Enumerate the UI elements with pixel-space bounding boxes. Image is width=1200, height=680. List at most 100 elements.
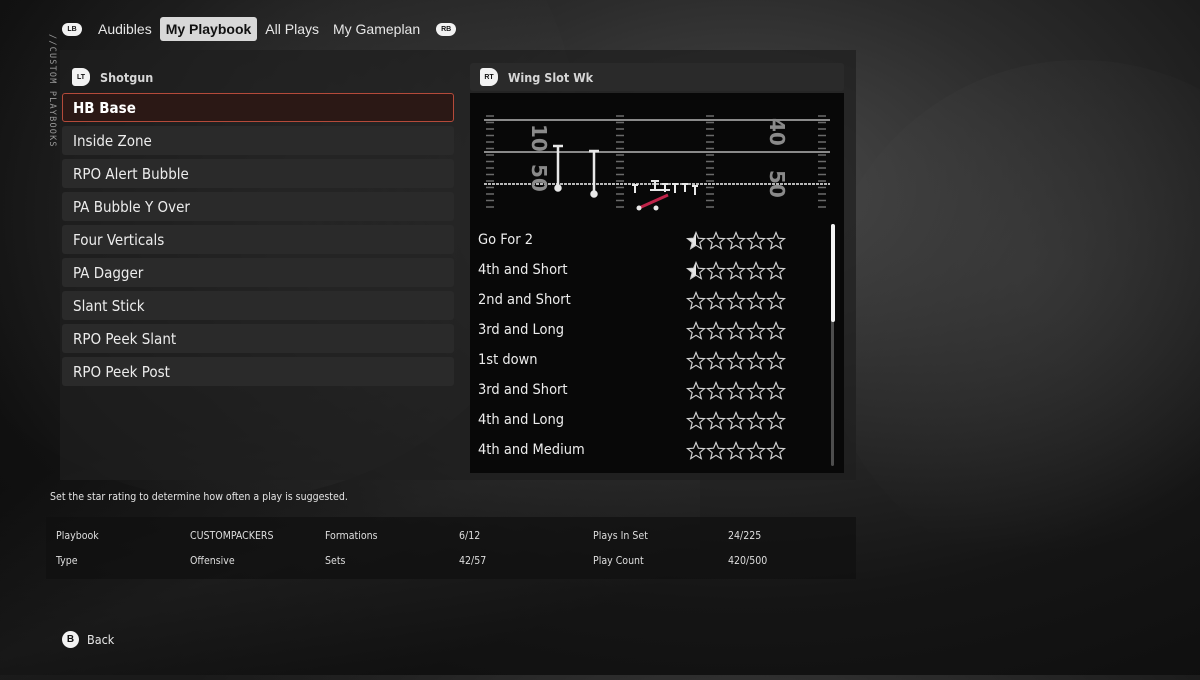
side-label: //CUSTOM PLAYBOOKS xyxy=(47,34,57,148)
star-icon[interactable] xyxy=(686,320,706,340)
situation-row: 4th and Medium xyxy=(478,435,798,465)
star-icon[interactable] xyxy=(686,440,706,460)
star-icon[interactable] xyxy=(726,440,746,460)
star-icon[interactable] xyxy=(746,440,766,460)
yard-number-top-left: 10 xyxy=(527,124,551,152)
play-item-slant-stick[interactable]: Slant Stick xyxy=(62,291,454,320)
star-icon[interactable] xyxy=(746,410,766,430)
lb-bumper-icon[interactable]: LB xyxy=(62,22,82,36)
tab-my-playbook[interactable]: My Playbook xyxy=(159,17,258,41)
star-icon[interactable] xyxy=(746,350,766,370)
star-icon[interactable] xyxy=(686,410,706,430)
star-icon[interactable] xyxy=(766,410,786,430)
star-rating[interactable] xyxy=(686,380,786,400)
star-icon[interactable] xyxy=(766,320,786,340)
play-item-pa-bubble-y-over[interactable]: PA Bubble Y Over xyxy=(62,192,454,221)
situation-label: 2nd and Short xyxy=(478,292,571,308)
situations-scrollbar[interactable] xyxy=(830,224,835,466)
star-icon[interactable] xyxy=(706,230,726,250)
star-icon[interactable] xyxy=(726,380,746,400)
yard-numbers: 10 50 40 50 xyxy=(527,118,789,198)
star-icon[interactable] xyxy=(766,230,786,250)
situation-rating-list: Go For 2 4th and Short 2nd and Short 3rd… xyxy=(478,225,798,465)
play-list: HB Base Inside Zone RPO Alert Bubble PA … xyxy=(62,93,454,390)
star-icon[interactable] xyxy=(686,290,706,310)
star-icon[interactable] xyxy=(726,230,746,250)
yard-number-bottom-right: 50 xyxy=(765,170,789,198)
scrollbar-thumb[interactable] xyxy=(830,224,835,322)
star-icon[interactable] xyxy=(766,380,786,400)
star-icon[interactable] xyxy=(746,230,766,250)
star-rating[interactable] xyxy=(686,320,786,340)
star-icon[interactable] xyxy=(706,380,726,400)
stat-formations-value: 6/12 xyxy=(459,530,481,542)
tab-my-gameplan[interactable]: My Gameplan xyxy=(327,17,426,41)
star-icon[interactable] xyxy=(726,290,746,310)
star-icon[interactable] xyxy=(746,380,766,400)
star-rating[interactable] xyxy=(686,350,786,370)
situation-row: 4th and Short xyxy=(478,255,798,285)
star-icon[interactable] xyxy=(726,350,746,370)
star-rating[interactable] xyxy=(686,410,786,430)
star-icon[interactable] xyxy=(706,320,726,340)
play-item-pa-dagger[interactable]: PA Dagger xyxy=(62,258,454,287)
star-icon[interactable] xyxy=(686,380,706,400)
set-name: Wing Slot Wk xyxy=(508,69,594,85)
quarterback-marker xyxy=(636,205,642,211)
star-rating[interactable] xyxy=(686,230,786,250)
star-rating[interactable] xyxy=(686,260,786,280)
situation-label: 1st down xyxy=(478,352,538,368)
star-icon[interactable] xyxy=(706,410,726,430)
star-icon[interactable] xyxy=(686,230,706,250)
play-item-four-verticals[interactable]: Four Verticals xyxy=(62,225,454,254)
set-header[interactable]: RT Wing Slot Wk xyxy=(470,63,844,91)
situation-label: 3rd and Long xyxy=(478,322,565,338)
play-art-diagram: 10 50 40 50 xyxy=(484,115,830,211)
receiver-routes xyxy=(553,144,599,198)
play-item-rpo-peek-slant[interactable]: RPO Peek Slant xyxy=(62,324,454,353)
back-label: Back xyxy=(87,632,115,647)
stat-sets-value: 42/57 xyxy=(459,555,487,567)
star-icon[interactable] xyxy=(686,260,706,280)
stat-playbook-label: Playbook xyxy=(56,530,99,542)
b-button-icon: B xyxy=(62,631,79,648)
star-icon[interactable] xyxy=(686,350,706,370)
star-icon[interactable] xyxy=(706,290,726,310)
formation-header[interactable]: LT Shotgun xyxy=(62,63,454,91)
star-rating[interactable] xyxy=(686,440,786,460)
situation-row: 3rd and Long xyxy=(478,315,798,345)
star-icon[interactable] xyxy=(766,350,786,370)
situation-row: 1st down xyxy=(478,345,798,375)
situation-label: 4th and Short xyxy=(478,262,568,278)
situation-label: 4th and Long xyxy=(478,412,565,428)
tab-all-plays[interactable]: All Plays xyxy=(259,17,325,41)
star-icon[interactable] xyxy=(766,290,786,310)
stat-plays-in-set-value: 24/225 xyxy=(728,530,762,542)
star-icon[interactable] xyxy=(746,290,766,310)
stat-playbook-value: CUSTOMPACKERS xyxy=(190,530,274,542)
star-icon[interactable] xyxy=(726,410,746,430)
formation-name: Shotgun xyxy=(100,69,154,85)
play-item-inside-zone[interactable]: Inside Zone xyxy=(62,126,454,155)
star-icon[interactable] xyxy=(766,260,786,280)
star-icon[interactable] xyxy=(766,440,786,460)
stat-play-count-value: 420/500 xyxy=(728,555,768,567)
tab-audibles[interactable]: Audibles xyxy=(92,17,158,41)
stat-plays-in-set-label: Plays In Set xyxy=(593,530,648,542)
star-rating[interactable] xyxy=(686,290,786,310)
stat-type-value: Offensive xyxy=(190,555,235,567)
situation-label: 3rd and Short xyxy=(478,382,568,398)
stat-sets-label: Sets xyxy=(325,555,346,567)
play-item-hb-base[interactable]: HB Base xyxy=(62,93,454,122)
star-icon[interactable] xyxy=(726,260,746,280)
play-item-rpo-alert-bubble[interactable]: RPO Alert Bubble xyxy=(62,159,454,188)
back-button[interactable]: B Back xyxy=(62,631,114,648)
rb-bumper-icon[interactable]: RB xyxy=(436,22,457,36)
star-icon[interactable] xyxy=(706,350,726,370)
play-item-rpo-peek-post[interactable]: RPO Peek Post xyxy=(62,357,454,386)
star-icon[interactable] xyxy=(706,440,726,460)
star-icon[interactable] xyxy=(746,320,766,340)
star-icon[interactable] xyxy=(706,260,726,280)
star-icon[interactable] xyxy=(746,260,766,280)
star-icon[interactable] xyxy=(726,320,746,340)
